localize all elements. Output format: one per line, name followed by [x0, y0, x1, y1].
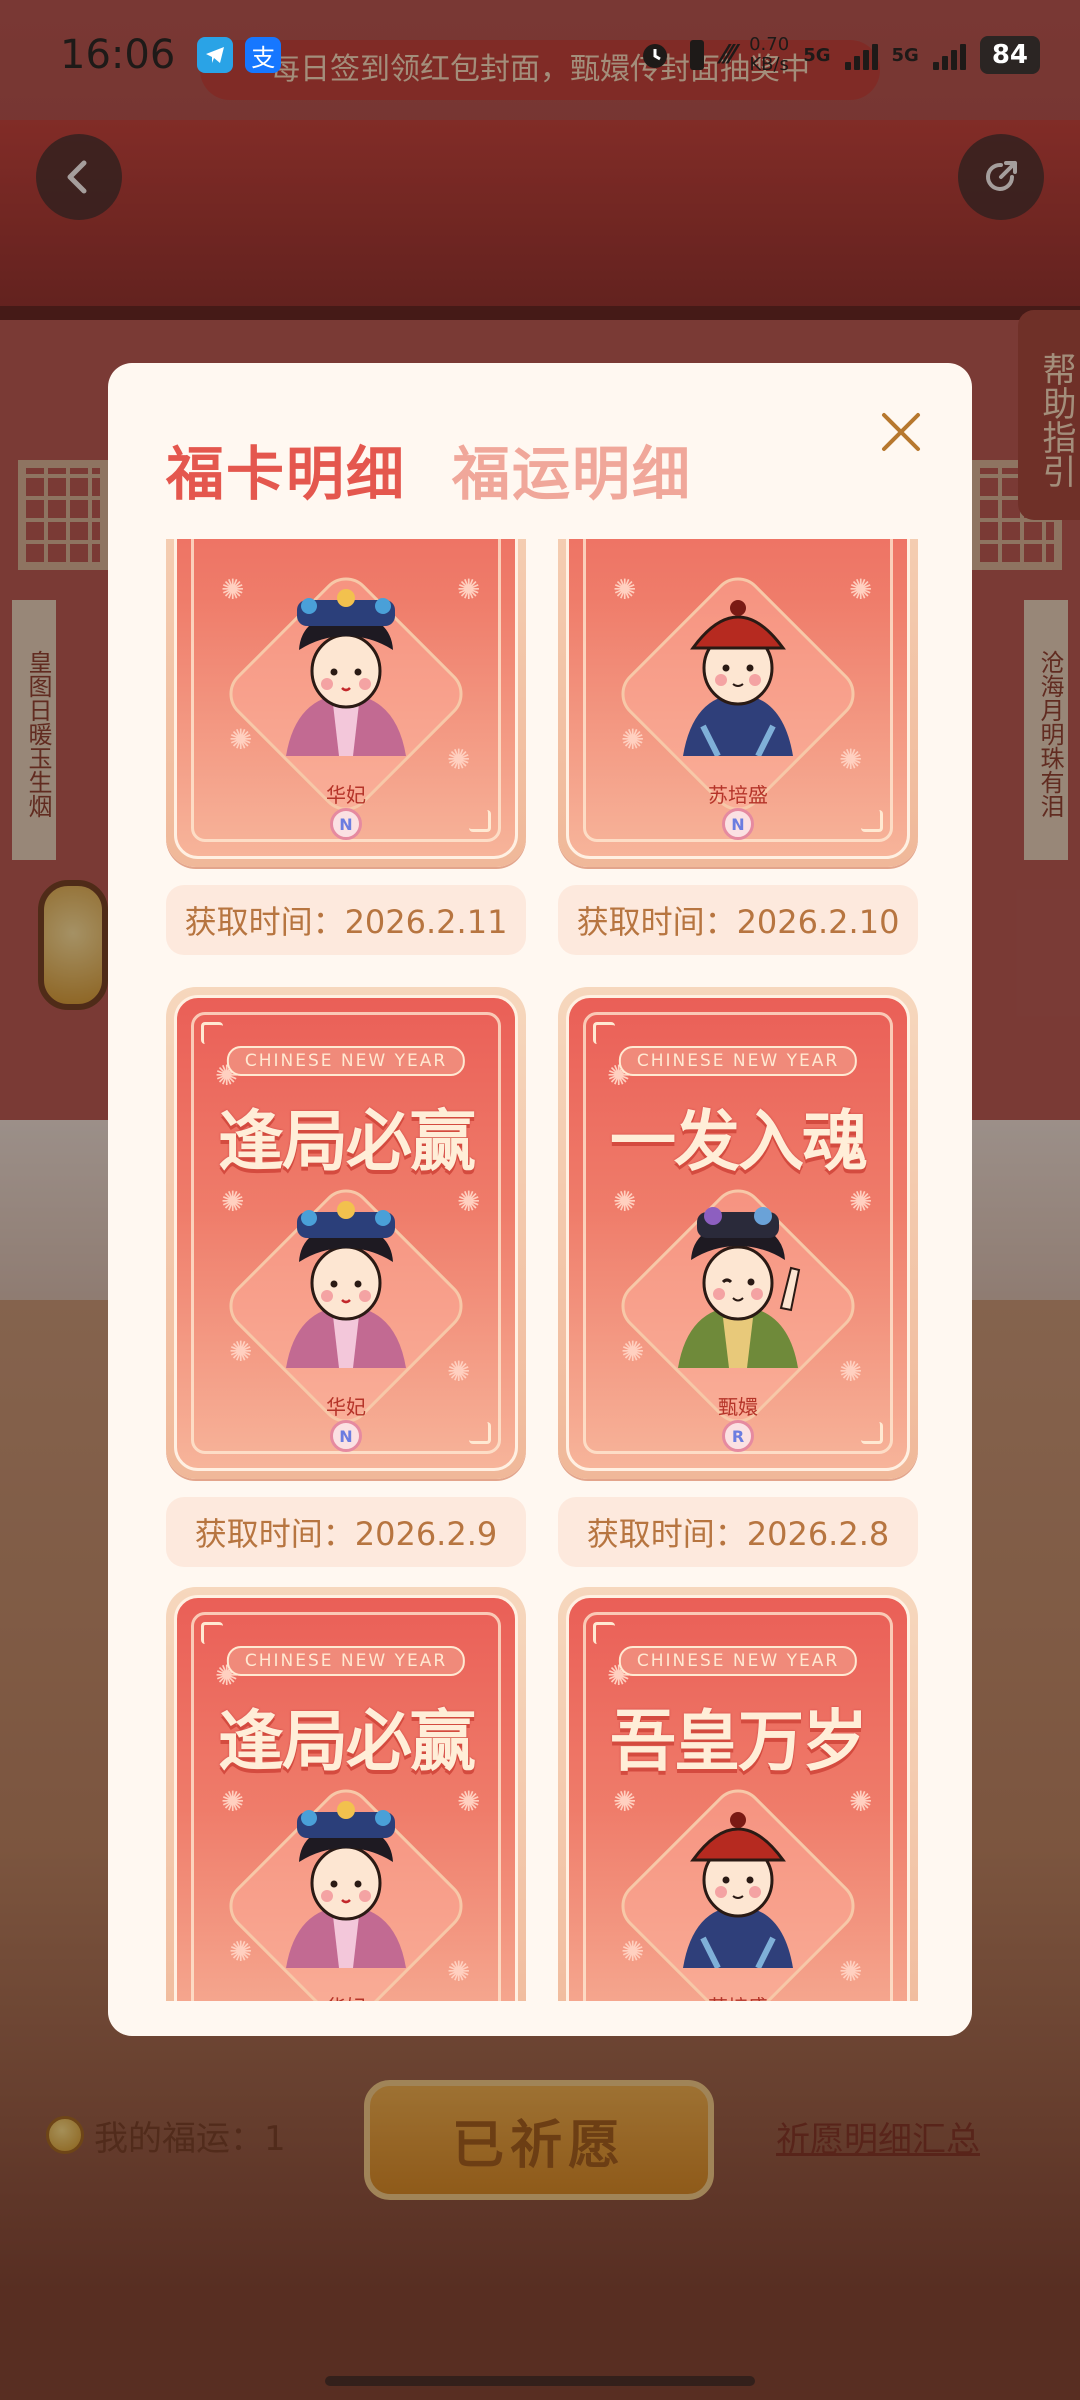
corner-knot-icon [469, 1422, 491, 1444]
telegram-icon [197, 37, 234, 73]
card-face: ✺✺✺✺✺华妃N [174, 539, 518, 859]
firework-icon: ✺ [613, 1185, 637, 1218]
firework-icon: ✺ [621, 723, 645, 756]
firework-icon: ✺ [839, 743, 863, 776]
firework-icon: ✺ [621, 1935, 645, 1968]
eunuch-su-illustration [663, 586, 813, 760]
card-face: ✺✺✺✺✺CHINESE NEW YEAR吾皇万岁苏培盛N [566, 1595, 910, 2001]
signal-bars-1 [844, 40, 878, 70]
corner-knot-icon [593, 1022, 615, 1044]
firework-icon: ✺ [457, 573, 481, 606]
alipay-icon: 支 [245, 37, 282, 73]
fortune-card[interactable]: ✺✺✺✺✺CHINESE NEW YEAR吾皇万岁苏培盛N [558, 1587, 918, 2001]
fortune-card[interactable]: ✺ ✺ ✺ ✺ ✺ CHINESE NEW YEAR 一发入魂 甄嬛 R [558, 987, 918, 1479]
alarm-icon [643, 44, 668, 68]
card-signature: 华妃 [326, 783, 366, 807]
card-face: ✺✺✺✺✺CHINESE NEW YEAR逢局必赢华妃N [174, 1595, 518, 2001]
card-slogan: 吾皇万岁 [610, 1702, 868, 1780]
detail-tabs: 福卡明细 福运明细 [166, 427, 692, 511]
corner-knot-icon [861, 1422, 883, 1444]
card-signature: 苏培盛 [708, 783, 768, 807]
corner-knot-icon [201, 1622, 223, 1644]
card-signature: 甄嬛 [718, 1395, 758, 1419]
rarity-seal-icon: R [722, 1420, 754, 1452]
status-indicators: ⁄⁄⁄ 0.70 KB/s 5G 5G 84 [638, 35, 1040, 75]
card-banner: CHINESE NEW YEAR [226, 1646, 466, 1676]
battery-indicator: 84 [979, 36, 1040, 74]
card-item[interactable]: ✺✺✺✺✺苏培盛N获取时间：2026.2.10 [558, 539, 918, 955]
obtain-time-label: 获取时间：2026.2.8 [558, 1497, 918, 1567]
obtain-time-label: 获取时间：2026.2.11 [166, 885, 526, 955]
firework-icon: ✺ [221, 1185, 245, 1218]
card-grid[interactable]: ✺✺✺✺✺华妃N获取时间：2026.2.11✺✺✺✺✺苏培盛N获取时间：2026… [166, 539, 918, 2001]
close-button[interactable] [866, 397, 936, 467]
card-slogan: 逢局必赢 [218, 1102, 476, 1180]
card-signature: 华妃 [177, 1991, 515, 2001]
close-icon [882, 413, 920, 451]
card-banner: CHINESE NEW YEAR [618, 1646, 858, 1676]
fortune-card-detail-dialog: 福卡明细 福运明细 ✺✺✺✺✺华妃N获取时间：2026.2.11✺✺✺✺✺苏培盛… [108, 363, 972, 2036]
card-face: ✺ ✺ ✺ ✺ ✺ CHINESE NEW YEAR 一发入魂 甄嬛 R [566, 995, 910, 1471]
corner-knot-icon [861, 810, 883, 832]
card-face: ✺✺✺✺✺CHINESE NEW YEAR逢局必赢华妃N [174, 995, 518, 1471]
firework-icon: ✺ [621, 1335, 645, 1368]
tab-card-details[interactable]: 福卡明细 [166, 427, 406, 511]
card-face: ✺✺✺✺✺苏培盛N [566, 539, 910, 859]
status-bar: 16:06 支 ⁄⁄⁄ 0.70 KB/s 5G 5G 84 [0, 0, 1080, 110]
card-item[interactable]: ✺✺✺✺✺华妃N获取时间：2026.2.11 [166, 539, 526, 955]
tab-fortune-details[interactable]: 福运明细 [452, 427, 692, 511]
signal-5g-label-2: 5G [891, 44, 919, 66]
card-signature: 苏培盛 [569, 1991, 907, 2001]
firework-icon: ✺ [613, 573, 637, 606]
card-slogan: 逢局必赢 [218, 1702, 476, 1780]
card-item[interactable]: ✺✺✺✺✺CHINESE NEW YEAR吾皇万岁苏培盛N获取时间：2026.2… [558, 1587, 918, 2001]
card-signature: 华妃 [326, 1395, 366, 1419]
firework-icon: ✺ [849, 1185, 873, 1218]
fortune-card[interactable]: ✺✺✺✺✺CHINESE NEW YEAR逢局必赢华妃N [166, 987, 526, 1479]
firework-icon: ✺ [613, 1785, 637, 1818]
zhen-huan-illustration [663, 1198, 813, 1372]
firework-icon: ✺ [457, 1785, 481, 1818]
rarity-seal-icon: N [330, 1420, 362, 1452]
corner-knot-icon [469, 810, 491, 832]
corner-knot-icon [593, 1622, 615, 1644]
firework-icon: ✺ [221, 1785, 245, 1818]
firework-icon: ✺ [447, 1955, 471, 1988]
firework-icon: ✺ [839, 1955, 863, 1988]
firework-icon: ✺ [229, 723, 253, 756]
firework-icon: ✺ [849, 1785, 873, 1818]
firework-icon: ✺ [447, 1355, 471, 1388]
eunuch-su-illustration [663, 1798, 813, 1972]
fortune-card[interactable]: ✺✺✺✺✺CHINESE NEW YEAR逢局必赢华妃N [166, 1587, 526, 2001]
firework-icon: ✺ [221, 573, 245, 606]
firework-icon: ✺ [229, 1335, 253, 1368]
nfc-icon: ⁄⁄⁄ [722, 40, 736, 70]
obtain-time-label: 获取时间：2026.2.9 [166, 1497, 526, 1567]
firework-icon: ✺ [229, 1935, 253, 1968]
firework-icon: ✺ [457, 1185, 481, 1218]
rarity-seal-icon: N [722, 808, 754, 840]
fortune-card[interactable]: ✺✺✺✺✺华妃N [166, 539, 526, 867]
net-speed: 0.70 KB/s [749, 34, 790, 75]
card-banner: CHINESE NEW YEAR [618, 1046, 858, 1076]
corner-knot-icon [201, 1022, 223, 1044]
firework-icon: ✺ [849, 573, 873, 606]
consort-hua-illustration [271, 1798, 421, 1972]
signal-5g-label-1: 5G [803, 44, 831, 66]
vibrate-icon [690, 40, 705, 70]
fortune-card[interactable]: ✺✺✺✺✺苏培盛N [558, 539, 918, 867]
firework-icon: ✺ [839, 1355, 863, 1388]
card-item[interactable]: ✺ ✺ ✺ ✺ ✺ CHINESE NEW YEAR 一发入魂 甄嬛 R 获取时间：2026.2.… [558, 987, 918, 1567]
signal-bars-2 [932, 40, 966, 70]
consort-hua-illustration [271, 1198, 421, 1372]
card-banner: CHINESE NEW YEAR [226, 1046, 466, 1076]
status-time: 16:06 [60, 32, 176, 78]
card-item[interactable]: ✺✺✺✺✺CHINESE NEW YEAR逢局必赢华妃N获取时间：2026.2.… [166, 1587, 526, 2001]
card-slogan: 一发入魂 [610, 1102, 868, 1180]
obtain-time-label: 获取时间：2026.2.10 [558, 885, 918, 955]
consort-hua-illustration [271, 586, 421, 760]
firework-icon: ✺ [447, 743, 471, 776]
rarity-seal-icon: N [330, 808, 362, 840]
card-item[interactable]: ✺✺✺✺✺CHINESE NEW YEAR逢局必赢华妃N获取时间：2026.2.… [166, 987, 526, 1567]
